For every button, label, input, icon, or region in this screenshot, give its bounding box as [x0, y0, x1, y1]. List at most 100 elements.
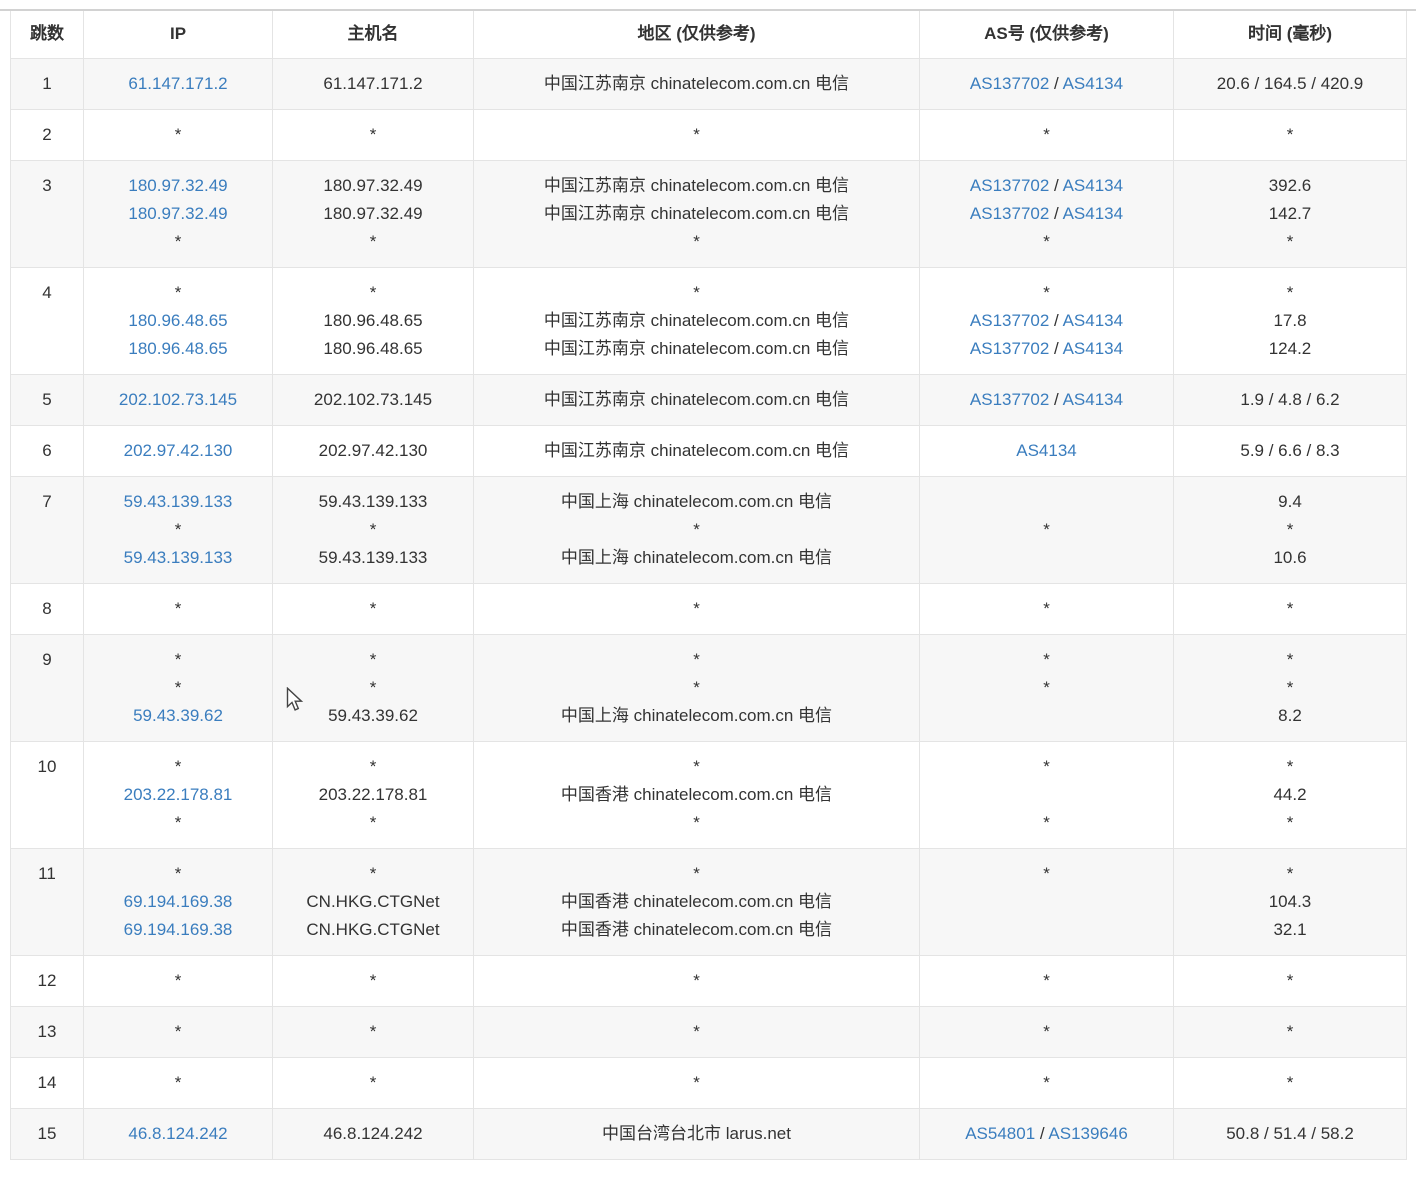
time-cell: *: [1174, 1058, 1407, 1109]
as-link[interactable]: AS137702: [970, 390, 1049, 409]
ip-cell: 61.147.171.2: [84, 59, 273, 110]
cell-line: *: [924, 516, 1169, 544]
cell-line: 202.102.73.145: [88, 386, 268, 414]
cell-line: *: [88, 516, 268, 544]
cell-line: CN.HKG.CTGNet: [277, 888, 469, 916]
ip-cell: 59.43.139.133 * 59.43.139.133: [84, 477, 273, 584]
cell-line: 14: [15, 1069, 79, 1097]
ip-link[interactable]: 61.147.171.2: [128, 74, 227, 93]
cell-line: *: [478, 1018, 915, 1046]
hop-cell: 7: [11, 477, 84, 584]
region-cell: 中国江苏南京 chinatelecom.com.cn 电信: [474, 375, 920, 426]
cell-line: 59.43.139.133: [88, 544, 268, 572]
ip-link[interactable]: 180.96.48.65: [128, 339, 227, 358]
host-cell: *180.96.48.65180.96.48.65: [273, 268, 474, 375]
as-link[interactable]: AS4134: [1063, 311, 1124, 330]
cell-line: [924, 702, 1169, 730]
host-cell: *203.22.178.81*: [273, 742, 474, 849]
table-row: 10*203.22.178.81**203.22.178.81**中国香港 ch…: [11, 742, 1407, 849]
as-link[interactable]: AS137702: [970, 74, 1049, 93]
ip-link[interactable]: 202.102.73.145: [119, 390, 237, 409]
ip-cell: *203.22.178.81*: [84, 742, 273, 849]
cell-line: 5: [15, 386, 79, 414]
cell-line: 中国江苏南京 chinatelecom.com.cn 电信: [478, 70, 915, 98]
table-row: 6 202.97.42.130 202.97.42.130 中国江苏南京 chinat…: [11, 426, 1407, 477]
cell-line: 中国江苏南京 chinatelecom.com.cn 电信: [478, 437, 915, 465]
cell-line: 46.8.124.242: [277, 1120, 469, 1148]
as-cell: *: [920, 1058, 1174, 1109]
as-link[interactable]: AS54801: [965, 1124, 1035, 1143]
cell-line: AS137702 / AS4134: [924, 70, 1169, 98]
cell-line: AS137702 / AS4134: [924, 200, 1169, 228]
as-link[interactable]: AS4134: [1016, 441, 1077, 460]
cell-line: 6: [15, 437, 79, 465]
cell-line: 104.3: [1178, 888, 1402, 916]
region-cell: 中国上海 chinatelecom.com.cn 电信*中国上海 chinate…: [474, 477, 920, 584]
ip-cell: 202.102.73.145: [84, 375, 273, 426]
ip-cell: 202.97.42.130: [84, 426, 273, 477]
cell-line: *: [478, 121, 915, 149]
ip-link[interactable]: 59.43.139.133: [124, 548, 233, 567]
as-cell: AS54801 / AS139646: [920, 1109, 1174, 1160]
cell-line: *: [277, 753, 469, 781]
host-cell: *CN.HKG.CTGNetCN.HKG.CTGNet: [273, 849, 474, 956]
as-link[interactable]: AS4134: [1063, 339, 1124, 358]
cell-line: 69.194.169.38: [88, 916, 268, 944]
hop-cell: 11: [11, 849, 84, 956]
table-row: 11 * 69.194.169.38 69.194.169.38 *CN.HKG.CTG…: [11, 849, 1407, 956]
ip-link[interactable]: 180.97.32.49: [128, 176, 227, 195]
cell-line: 5.9 / 6.6 / 8.3: [1178, 437, 1402, 465]
as-cell: *: [920, 477, 1174, 584]
as-link[interactable]: AS139646: [1048, 1124, 1127, 1143]
ip-link[interactable]: 180.97.32.49: [128, 204, 227, 223]
column-header-host: 主机名: [273, 10, 474, 59]
as-link[interactable]: AS137702: [970, 204, 1049, 223]
cell-line: *: [88, 1069, 268, 1097]
ip-link[interactable]: 180.96.48.65: [128, 311, 227, 330]
ip-link[interactable]: 69.194.169.38: [124, 920, 233, 939]
cell-line: 180.96.48.65: [88, 307, 268, 335]
time-cell: *104.332.1: [1174, 849, 1407, 956]
cell-line: 59.43.39.62: [277, 702, 469, 730]
cell-line: 2: [15, 121, 79, 149]
ip-link[interactable]: 203.22.178.81: [124, 785, 233, 804]
ip-link[interactable]: 59.43.139.133: [124, 492, 233, 511]
cell-line: *: [1178, 646, 1402, 674]
cell-line: *: [1178, 1018, 1402, 1046]
cell-line: 1: [15, 70, 79, 98]
ip-link[interactable]: 202.97.42.130: [124, 441, 233, 460]
cell-line: *: [277, 121, 469, 149]
cell-line: 中国江苏南京 chinatelecom.com.cn 电信: [478, 200, 915, 228]
ip-cell: 180.97.32.49180.97.32.49*: [84, 161, 273, 268]
cell-line: *: [478, 860, 915, 888]
column-header-time: 时间 (毫秒): [1174, 10, 1407, 59]
cell-line: 46.8.124.242: [88, 1120, 268, 1148]
region-cell: 中国台湾台北市 larus.net: [474, 1109, 920, 1160]
cell-line: 12: [15, 967, 79, 995]
as-link[interactable]: AS4134: [1063, 204, 1124, 223]
ip-link[interactable]: 46.8.124.242: [128, 1124, 227, 1143]
as-link[interactable]: AS4134: [1063, 390, 1124, 409]
as-link[interactable]: AS137702: [970, 311, 1049, 330]
cell-line: *: [1178, 595, 1402, 623]
cell-line: 中国上海 chinatelecom.com.cn 电信: [478, 702, 915, 730]
table-row: 7 59.43.139.133 * 59.43.139.13359.43.139.13…: [11, 477, 1407, 584]
ip-link[interactable]: 59.43.39.62: [133, 706, 223, 725]
as-link[interactable]: AS137702: [970, 339, 1049, 358]
cell-line: 202.97.42.130: [277, 437, 469, 465]
cell-line: [924, 888, 1169, 916]
host-cell: 61.147.171.2: [273, 59, 474, 110]
host-cell: *: [273, 584, 474, 635]
as-link[interactable]: AS4134: [1063, 176, 1124, 195]
as-cell: AS137702 / AS4134: [920, 375, 1174, 426]
as-link[interactable]: AS137702: [970, 176, 1049, 195]
as-cell: *: [920, 110, 1174, 161]
ip-link[interactable]: 69.194.169.38: [124, 892, 233, 911]
as-link[interactable]: AS4134: [1063, 74, 1124, 93]
time-cell: *: [1174, 1007, 1407, 1058]
ip-cell: *: [84, 1007, 273, 1058]
table-row: 5202.102.73.145202.102.73.145中国江苏南京 chin…: [11, 375, 1407, 426]
cell-line: 17.8: [1178, 307, 1402, 335]
time-cell: *44.2*: [1174, 742, 1407, 849]
cell-line: *: [277, 646, 469, 674]
